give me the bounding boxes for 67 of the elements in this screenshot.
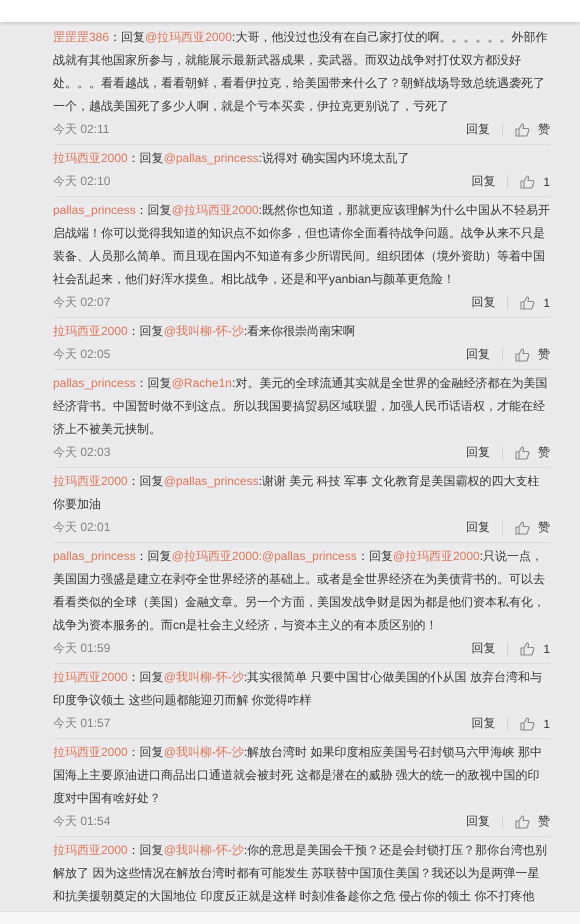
reply-link[interactable]: 回复 — [471, 173, 496, 190]
comment-text: 拉玛西亚2000：回复@我叫柳-怀-沙:解放台湾时 如果印度相应美国号召封锁马六甲海峡 那中国海上主要原油进口商品出口通道就会被封死 这都是潜在的威胁 强大的统一的敌视中国的印度对中国有啥好处？ — [53, 744, 543, 807]
author-link[interactable]: 拉玛西亚2000 — [53, 670, 128, 684]
comment-time: 今天 01:57 — [53, 715, 110, 732]
like-count[interactable]: 赞 — [538, 444, 550, 461]
author-link[interactable]: 拉玛西亚2000 — [53, 324, 128, 338]
comment-time: 今天 02:03 — [53, 444, 110, 461]
comment-time: 今天 02:10 — [53, 173, 110, 190]
comment-time: 今天 02:11 — [53, 121, 110, 138]
author-link[interactable]: 拉玛西亚2000 — [53, 474, 128, 488]
like-count[interactable]: 赞 — [538, 121, 550, 138]
mention-link[interactable]: @pallas_princess — [164, 474, 259, 488]
author-link[interactable]: pallas_princess — [53, 203, 136, 217]
thumbs-up-icon[interactable] — [515, 446, 530, 460]
comment-text: 拉玛西亚2000：回复@我叫柳-怀-沙:看来你很崇尚南宋啊 — [53, 323, 356, 340]
reply-link[interactable]: 回复 — [466, 813, 490, 830]
thumbs-up-icon[interactable] — [515, 520, 530, 534]
reply-link[interactable]: 回复 — [466, 519, 490, 536]
author-link[interactable]: 罡罡罡386 — [53, 30, 110, 44]
mention-link[interactable]: @Rache1n — [172, 376, 232, 390]
mention-link[interactable]: @拉玛西亚2000 — [145, 30, 232, 44]
comment-time: 今天 02:05 — [53, 346, 110, 363]
comment-text: pallas_princess：回复@拉玛西亚2000:@pallas_princess：回复@拉玛西亚2000:只说一点，美国国力强盛是建立在剥夺全世界经济的基础上。或者是全世界经济在为美债背书的。可以去看看类似的全球（美国）金融文章。另一个方面，美国发战争财是因为都是他们资本私有化，战争为资本服务的。而cn是社会主义经济，与资本主义的有本质区别的！ — [53, 548, 546, 634]
mention-link[interactable]: @拉玛西亚2000:@pallas_princess — [172, 549, 357, 563]
like-count[interactable]: 1 — [543, 296, 550, 310]
reply-link[interactable]: 回复 — [471, 715, 496, 732]
like-count[interactable]: 1 — [543, 174, 550, 188]
reply-link[interactable]: 回复 — [471, 294, 496, 311]
mention-link[interactable]: @pallas_princess — [164, 151, 259, 165]
thumbs-up-icon[interactable] — [515, 814, 530, 828]
comment-text: pallas_princess：回复@Rache1n:对。美元的全球流通其实就是全世界的金融经济都在为美国经济背书。中国暂时做不到这点。所以我国要搞贸易区域联盟，加强人民币话语权，才能在经济上不被美元挟制。 — [53, 375, 548, 438]
author-link[interactable]: pallas_princess — [53, 549, 136, 563]
author-link[interactable]: 拉玛西亚2000 — [53, 151, 128, 165]
author-link[interactable]: 拉玛西亚2000 — [53, 843, 128, 857]
comment-text: 罡罡罡386：回复@拉玛西亚2000:大哥，他没过也没有在自己家打仗的啊。。。。。。外部作战就有其他国家所参与，就能展示最新武器成果，卖武器。而双边战争对打仗双方都没好处。。。看看越战，看看朝鲜，看看伊拉克，给美国带来什么了？朝鲜战场导致总统遇袭死了一个，越战美国死了多少人啊，就是个亏本买卖，伊拉克更别说了，亏死了 — [53, 29, 548, 115]
author-link[interactable]: 拉玛西亚2000 — [53, 745, 128, 759]
reply-link[interactable]: 回复 — [466, 121, 490, 138]
mention-link[interactable]: @拉玛西亚2000 — [392, 549, 480, 563]
mention-link[interactable]: @我叫柳-怀-沙 — [164, 670, 244, 684]
thumbs-up-icon[interactable] — [515, 122, 530, 136]
comment-text: 拉玛西亚2000：回复@我叫柳-怀-沙:你的意思是美国会干预？还是会封锁打压？那你台湾也别解放了 因为这些情况在解放台湾时都有可能发生 苏联替中国顶住美国？我还以为是两弹一星和抗美援朝奠定的大国地位 印度反正就是这样 时刻准备趁你之危 侵占你的领土 你不打疼他 — [53, 842, 548, 905]
thumbs-up-icon[interactable] — [520, 296, 536, 310]
like-count[interactable]: 1 — [543, 642, 550, 656]
like-count[interactable]: 赞 — [538, 346, 550, 363]
reply-link[interactable]: 回复 — [466, 346, 490, 363]
mention-link[interactable]: @我叫柳-怀-沙 — [164, 745, 244, 759]
reply-link[interactable]: 回复 — [466, 444, 490, 461]
author-link[interactable]: pallas_princess — [53, 376, 136, 390]
comment-text: 拉玛西亚2000：回复@pallas_princess:谢谢 美元 科技 军事 文化教育是美国霸权的四大支柱你要加油 — [53, 473, 540, 513]
comment-text: 拉玛西亚2000：回复@我叫柳-怀-沙:其实很简单 只要中国甘心做美国的仆从国 放弃台湾和与印度争议领土 这些问题都能迎刃而解 你觉得咋样 — [53, 669, 543, 709]
comment-time: 今天 01:54 — [53, 813, 110, 830]
reply-link[interactable]: 回复 — [471, 640, 496, 657]
like-count[interactable]: 赞 — [538, 519, 550, 536]
thumbs-up-icon[interactable] — [515, 348, 530, 362]
thumbs-up-icon[interactable] — [520, 716, 536, 730]
mention-link[interactable]: @我叫柳-怀-沙 — [164, 843, 244, 857]
like-count[interactable]: 赞 — [538, 813, 550, 830]
comment-time: 今天 02:01 — [53, 519, 110, 536]
thumbs-up-icon[interactable] — [520, 174, 536, 188]
mention-link[interactable]: @拉玛西亚2000 — [172, 203, 259, 217]
like-count[interactable]: 1 — [543, 716, 550, 730]
comment-text: pallas_princess：回复@拉玛西亚2000:既然你也知道，那就更应该理解为什么中国从不轻易开启战端！你可以觉得我知道的知识点不如你多，但也请你全面看待战争问题。战争从来不只是装备、人员那么简单。而且现在国内不知道有多少所谓民间。组织团体（境外资助）等着中国社会乱起来，他们好浑水摸鱼。相比战争，还是和平yanbian与颜革更危险！ — [53, 202, 550, 288]
comment-time: 今天 02:07 — [53, 294, 110, 311]
mention-link[interactable]: @我叫柳-怀-沙 — [164, 324, 244, 338]
comment-text: 拉玛西亚2000：回复@pallas_princess:说得对 确实国内环境太乱了 — [53, 150, 410, 167]
thumbs-up-icon[interactable] — [520, 642, 536, 656]
comment-time: 今天 01:59 — [53, 640, 110, 657]
